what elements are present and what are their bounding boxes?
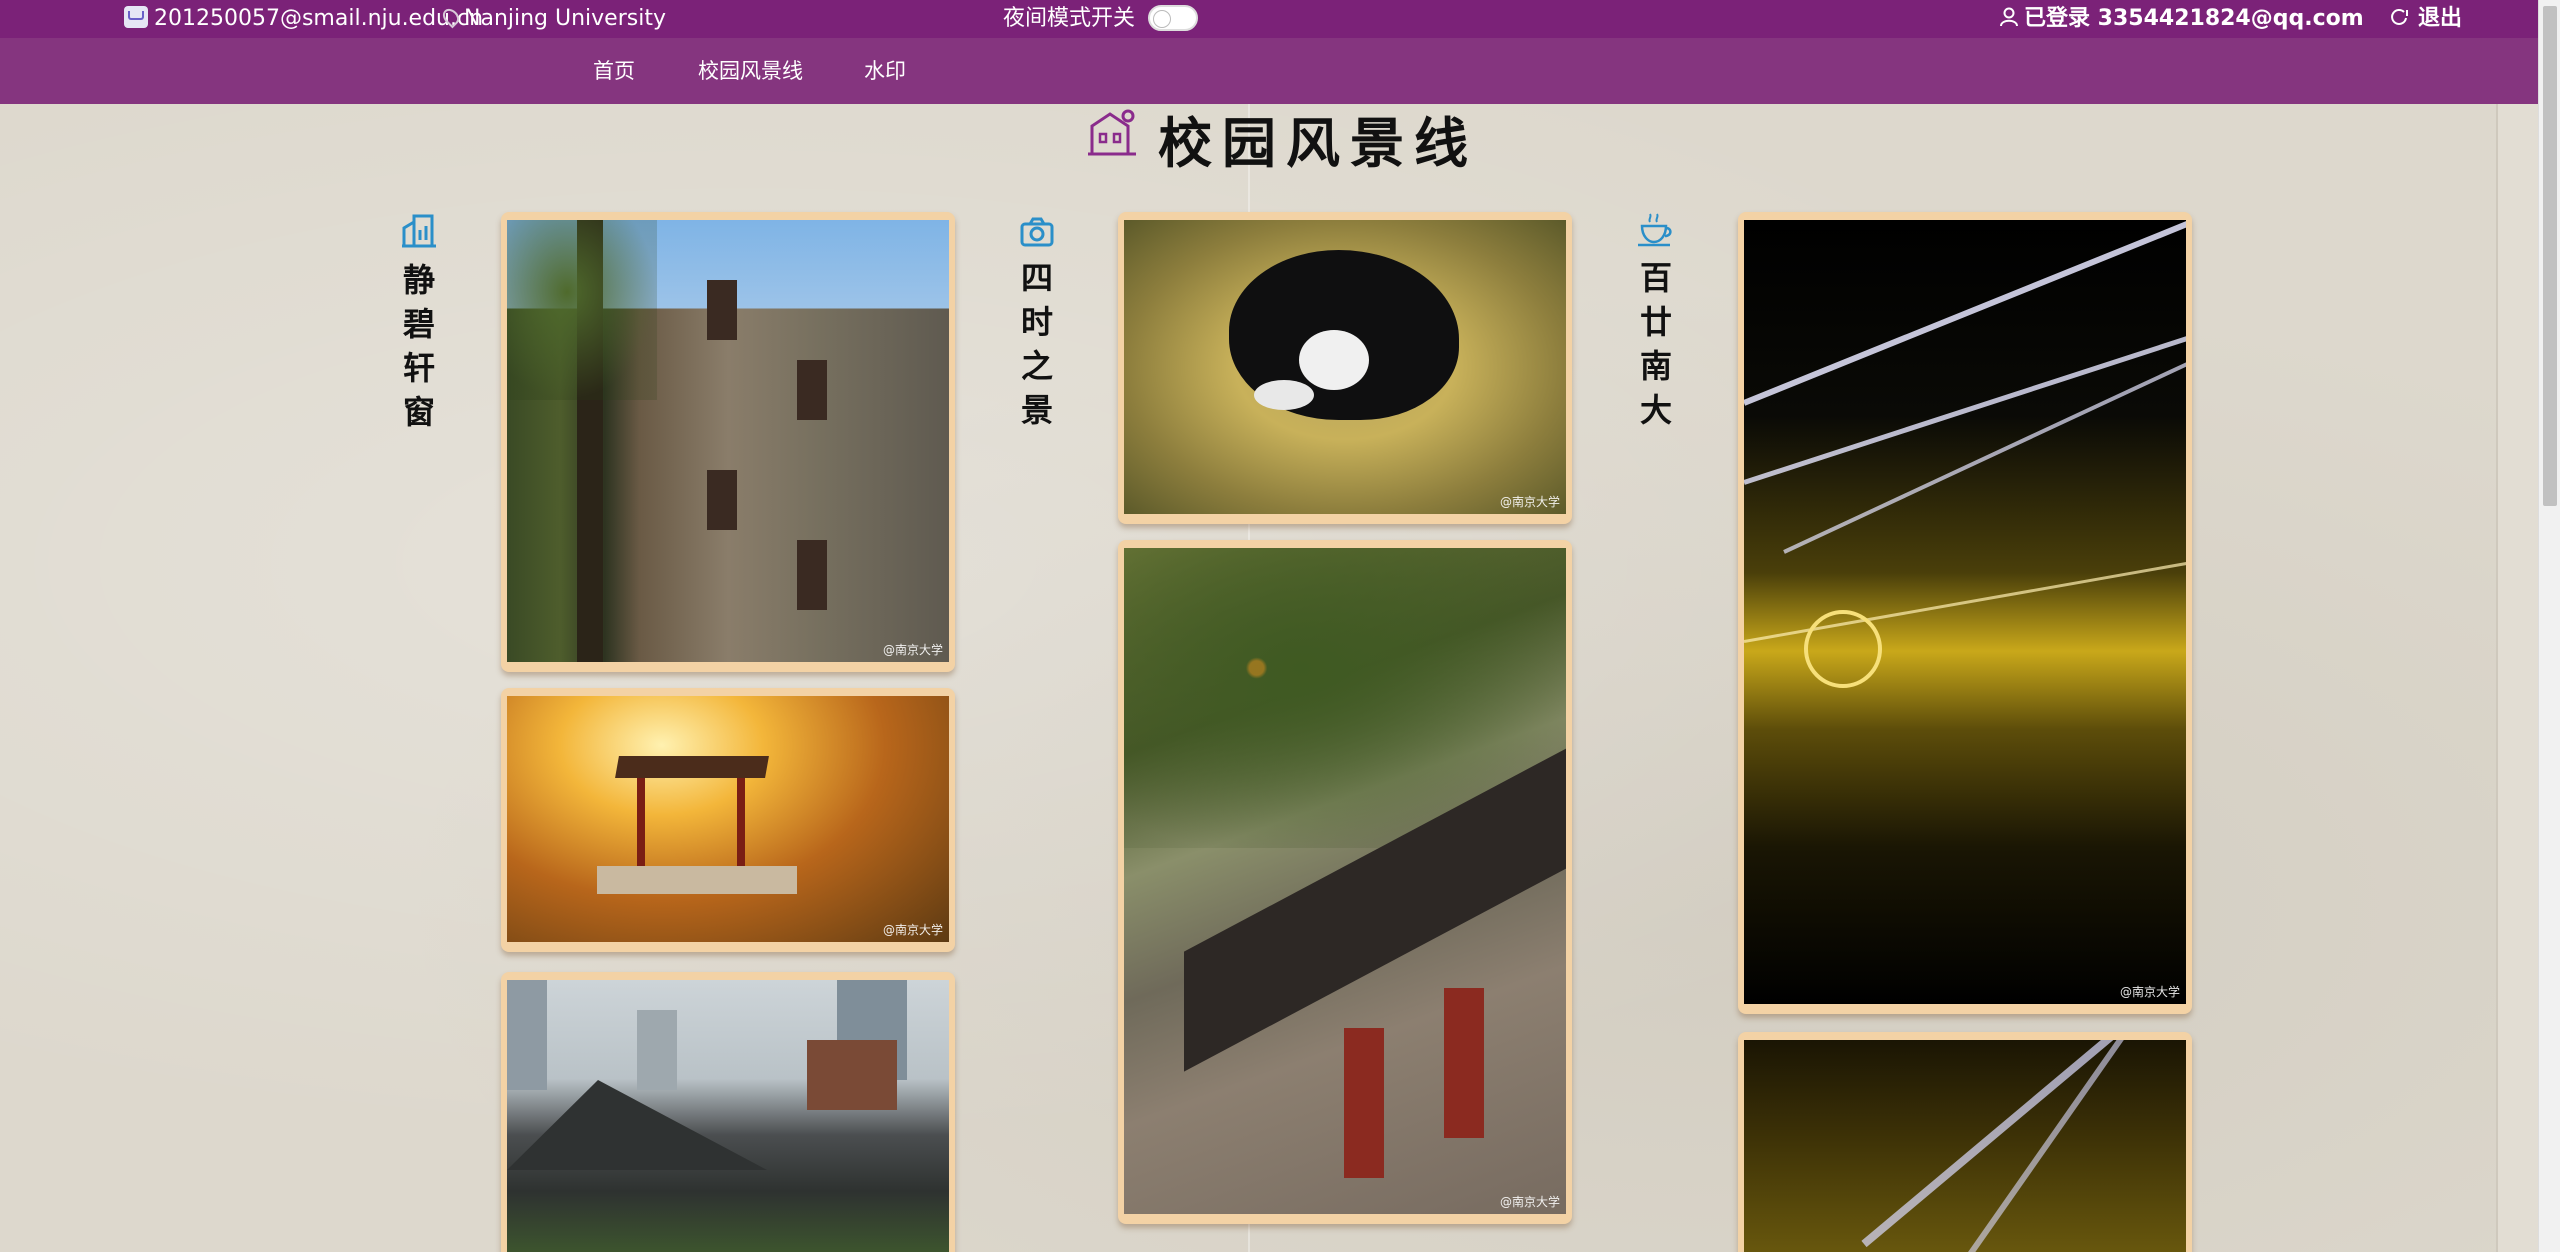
photo-cat: @南京大学: [1124, 220, 1566, 514]
email-info: 201250057@smail.nju.edu.cn: [124, 0, 483, 38]
photo-card[interactable]: [1738, 1032, 2192, 1252]
nav-home[interactable]: 首页: [593, 38, 635, 104]
scrollbar-thumb[interactable]: [2543, 6, 2557, 506]
photo-card[interactable]: @南京大学: [501, 212, 955, 672]
photo-watermark: @南京大学: [882, 643, 943, 657]
user-icon: [2000, 7, 2018, 27]
photo-pavilion: @南京大学: [507, 696, 949, 942]
roof: [507, 1080, 767, 1170]
building-icon: [1088, 109, 1136, 156]
photo-watermark: @南京大学: [1499, 1195, 1560, 1209]
location-text: Nanjing University: [464, 6, 666, 31]
mail-icon: [124, 6, 148, 28]
photo-card[interactable]: [501, 972, 955, 1252]
heading-char: 碧: [402, 305, 435, 343]
nav-campus-scenery[interactable]: 校园风景线: [698, 38, 803, 104]
page-scrollbar[interactable]: [2538, 0, 2560, 1252]
login-status-text: 已登录 3354421824@qq.com: [2024, 6, 2364, 31]
camera-icon: [1020, 217, 1054, 247]
top-info-bar: 201250057@smail.nju.edu.cn Nanjing Unive…: [0, 0, 2538, 38]
cat-white-patch: [1299, 330, 1369, 390]
night-mode-label: 夜间模式开关: [1003, 6, 1136, 31]
window: [707, 470, 737, 530]
photo-card[interactable]: @南京大学: [501, 688, 955, 952]
emblem-glow: [1804, 610, 1882, 688]
light-beam: [1861, 1040, 2186, 1248]
heading-char: 景: [1020, 391, 1053, 429]
pavilion-pillar: [737, 778, 745, 868]
heading-char: 四: [1020, 259, 1053, 297]
night-mode-toggle[interactable]: [1148, 5, 1198, 31]
heading-char: 轩: [402, 349, 435, 387]
heading-char: 百: [1639, 259, 1672, 297]
tower-building: [807, 1040, 897, 1110]
window: [797, 360, 827, 420]
nav-watermark[interactable]: 水印: [864, 38, 906, 104]
photo-card[interactable]: @南京大学: [1118, 212, 1572, 524]
photo-brick-building: @南京大学: [507, 220, 949, 662]
building-bars-icon: [402, 214, 436, 248]
window: [707, 280, 737, 340]
main-navbar: 首页 校园风景线 水印: [0, 38, 2538, 104]
light-beam: [1744, 325, 2186, 485]
location-pin-icon: [439, 5, 463, 29]
heading-char: 大: [1639, 391, 1672, 429]
photo-card[interactable]: @南京大学: [1738, 212, 2192, 1014]
pavilion-base: [597, 866, 797, 894]
content-edge: [2496, 104, 2498, 1252]
cat-paw: [1254, 380, 1314, 410]
heading-char: 南: [1639, 347, 1672, 385]
tree-foliage: [507, 220, 657, 400]
photo-card[interactable]: @南京大学: [1118, 540, 1572, 1224]
column-heading-1: 静 碧 轩 窗: [394, 212, 444, 434]
red-window: [1444, 988, 1484, 1138]
column-heading-2: 四 时 之 景: [1012, 216, 1062, 432]
teacup-icon: [1638, 213, 1672, 247]
login-status[interactable]: 已登录 3354421824@qq.com: [2000, 0, 2364, 38]
photo-light-show: @南京大学: [1744, 220, 2186, 1004]
column-heading-3: 百 廿 南 大: [1631, 212, 1681, 432]
logout-label: 退出: [2418, 6, 2463, 31]
photo-light-beams: [1744, 1040, 2186, 1252]
heading-char: 静: [402, 261, 435, 299]
tower: [637, 1010, 677, 1090]
toggle-knob: [1153, 10, 1171, 28]
photo-osmanthus: @南京大学: [1124, 548, 1566, 1214]
email-text: 201250057@smail.nju.edu.cn: [154, 6, 484, 31]
heading-char: 廿: [1639, 303, 1672, 341]
photo-watermark: @南京大学: [2119, 985, 2180, 999]
location-info: Nanjing University: [439, 0, 666, 38]
photo-watermark: @南京大学: [882, 923, 943, 937]
heading-char: 窗: [402, 393, 435, 431]
logout-button[interactable]: 退出: [2390, 0, 2462, 38]
red-window: [1344, 1028, 1384, 1178]
photo-campus-rooftops: [507, 980, 949, 1252]
window: [797, 540, 827, 610]
photo-watermark: @南京大学: [1499, 495, 1560, 509]
tower: [507, 980, 547, 1090]
heading-char: 时: [1020, 303, 1053, 341]
page-title: 校园风景线: [1158, 111, 1478, 175]
pavilion-pillar: [637, 778, 645, 868]
pavilion-roof: [615, 756, 769, 778]
heading-char: 之: [1020, 347, 1053, 385]
power-icon: [2391, 9, 2408, 25]
light-beam: [1744, 220, 2186, 406]
